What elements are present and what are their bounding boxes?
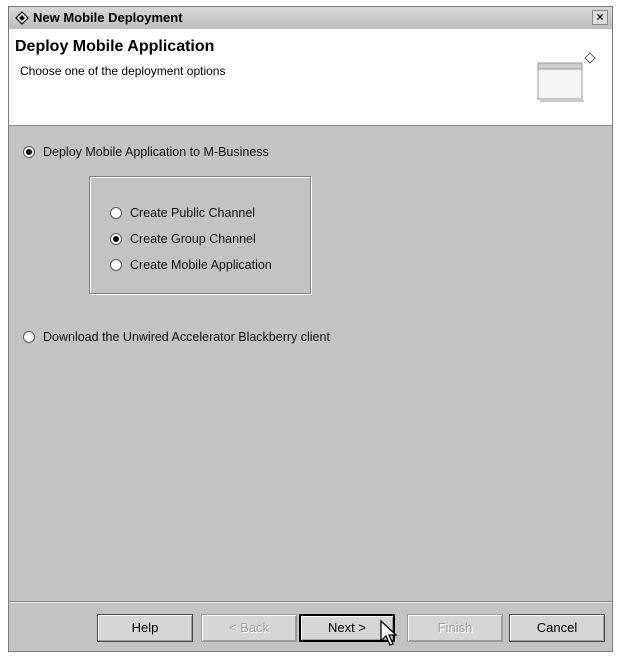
wizard-banner: Deploy Mobile Application Choose one of … xyxy=(9,29,612,126)
radio-create-mobile-application[interactable]: Create Mobile Application xyxy=(110,258,272,272)
help-button[interactable]: Help xyxy=(97,614,193,642)
back-button[interactable]: < Back xyxy=(201,614,297,642)
radio-create-group-channel[interactable]: Create Group Channel xyxy=(110,232,256,246)
radio-label: Download the Unwired Accelerator Blackbe… xyxy=(43,330,330,344)
page-title: Deploy Mobile Application xyxy=(15,38,215,55)
page-subtitle: Choose one of the deployment options xyxy=(20,64,226,78)
close-button[interactable]: × xyxy=(592,10,608,25)
diamond-icon xyxy=(15,11,29,25)
radio-button[interactable] xyxy=(110,233,122,245)
finish-button[interactable]: Finish xyxy=(407,614,503,642)
radio-button[interactable] xyxy=(23,331,35,343)
radio-label: Create Mobile Application xyxy=(130,258,272,272)
wizard-window-icon xyxy=(537,52,596,102)
radio-create-public-channel[interactable]: Create Public Channel xyxy=(110,206,255,220)
mouse-pointer-icon xyxy=(380,619,398,646)
radio-deploy-m-business[interactable]: Deploy Mobile Application to M-Business xyxy=(23,145,269,159)
window-title: New Mobile Deployment xyxy=(33,10,183,25)
radio-button[interactable] xyxy=(23,146,35,158)
radio-button[interactable] xyxy=(110,207,122,219)
radio-label: Create Group Channel xyxy=(130,232,256,246)
wizard-dialog: New Mobile Deployment × Deploy Mobile Ap… xyxy=(8,6,613,652)
button-bar-separator xyxy=(9,601,612,603)
title-bar[interactable]: New Mobile Deployment × xyxy=(9,7,612,30)
radio-label: Deploy Mobile Application to M-Business xyxy=(43,145,269,159)
radio-button[interactable] xyxy=(110,259,122,271)
cancel-button[interactable]: Cancel xyxy=(509,614,605,642)
radio-download-blackberry-client[interactable]: Download the Unwired Accelerator Blackbe… xyxy=(23,330,330,344)
radio-label: Create Public Channel xyxy=(130,206,256,220)
